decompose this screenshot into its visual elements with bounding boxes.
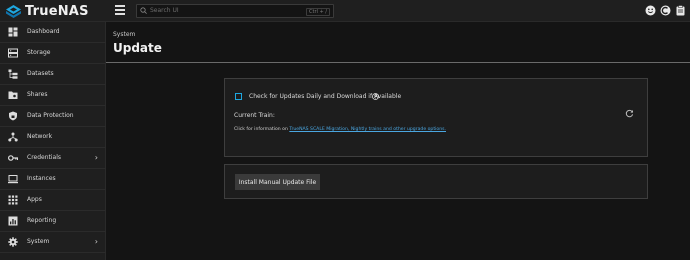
- sidebar-item-data-protection[interactable]: Data Protection: [0, 106, 106, 127]
- hamburger-menu-icon[interactable]: [115, 5, 125, 15]
- top-bar: TrueNAS Search UI Ctrl + /: [0, 0, 690, 22]
- sidebar-item-label: Storage: [27, 49, 51, 56]
- sidebar-item-label: Data Protection: [27, 112, 74, 119]
- search-input[interactable]: Search UI Ctrl + /: [136, 4, 334, 18]
- sidebar-item-shares[interactable]: Shares: [0, 85, 106, 106]
- sidebar-item-label: Apps: [27, 196, 42, 203]
- reporting-icon: [8, 216, 18, 226]
- sidebar-item-network[interactable]: Network: [0, 127, 106, 148]
- shares-icon: [8, 91, 18, 99]
- sidebar: Dashboard Storage Datasets Shares Data P…: [0, 22, 106, 260]
- sidebar-item-dashboard[interactable]: Dashboard: [0, 22, 106, 43]
- chevron-right-icon: ›: [94, 153, 98, 162]
- upgrade-info-prefix: Click for information on: [234, 127, 290, 132]
- upgrade-info-link[interactable]: TrueNAS SCALE Migration, Nightly trains …: [289, 127, 446, 132]
- sidebar-item-label: Dashboard: [27, 28, 60, 35]
- truecommand-icon[interactable]: [660, 5, 671, 16]
- sidebar-item-label: Reporting: [27, 217, 57, 224]
- apps-icon: [8, 195, 18, 205]
- brand-name: TrueNAS: [25, 3, 89, 19]
- sidebar-item-label: Network: [27, 133, 53, 140]
- datasets-icon: [8, 69, 18, 79]
- truenas-logo-icon: [6, 4, 21, 18]
- sidebar-item-instances[interactable]: Instances: [0, 169, 106, 190]
- system-gear-icon: [8, 237, 18, 247]
- install-manual-update-button[interactable]: Install Manual Update File: [235, 174, 320, 190]
- breadcrumb[interactable]: System: [113, 31, 135, 38]
- sidebar-item-datasets[interactable]: Datasets: [0, 64, 106, 85]
- feedback-smiley-icon[interactable]: [645, 5, 656, 16]
- sidebar-item-reporting[interactable]: Reporting: [0, 211, 106, 232]
- dashboard-icon: [8, 27, 18, 37]
- sidebar-item-label: Instances: [27, 175, 56, 182]
- truenas-logo[interactable]: TrueNAS: [6, 3, 89, 19]
- update-settings-card: Check for Updates Daily and Download if …: [224, 78, 648, 157]
- manual-update-card: Install Manual Update File: [224, 164, 648, 199]
- sidebar-item-label: Shares: [27, 91, 48, 98]
- search-shortcut-badge: Ctrl + /: [306, 7, 330, 16]
- search-icon: [140, 7, 147, 14]
- help-icon[interactable]: [372, 93, 379, 100]
- sidebar-item-label: Datasets: [27, 70, 54, 77]
- upgrade-info-text: Click for information on TrueNAS SCALE M…: [234, 127, 446, 132]
- refresh-icon[interactable]: [625, 109, 634, 118]
- header-divider: [106, 62, 690, 63]
- sidebar-item-apps[interactable]: Apps: [0, 190, 106, 211]
- storage-icon: [8, 48, 18, 58]
- sidebar-item-label: Credentials: [27, 154, 62, 161]
- sidebar-item-label: System: [27, 238, 50, 245]
- page-title: Update: [113, 41, 162, 55]
- chevron-right-icon: ›: [94, 237, 98, 246]
- credentials-icon: [8, 155, 18, 161]
- data-protection-icon: [9, 111, 17, 121]
- network-icon: [8, 132, 18, 142]
- instances-icon: [8, 175, 18, 184]
- sidebar-item-credentials[interactable]: Credentials ›: [0, 148, 106, 169]
- search-placeholder: Search UI: [150, 7, 179, 14]
- current-train-label: Current Train:: [234, 112, 275, 119]
- jobs-clipboard-icon[interactable]: [675, 5, 686, 16]
- sidebar-item-system[interactable]: System ›: [0, 232, 106, 253]
- auto-update-checkbox[interactable]: [235, 93, 242, 100]
- sidebar-item-storage[interactable]: Storage: [0, 43, 106, 64]
